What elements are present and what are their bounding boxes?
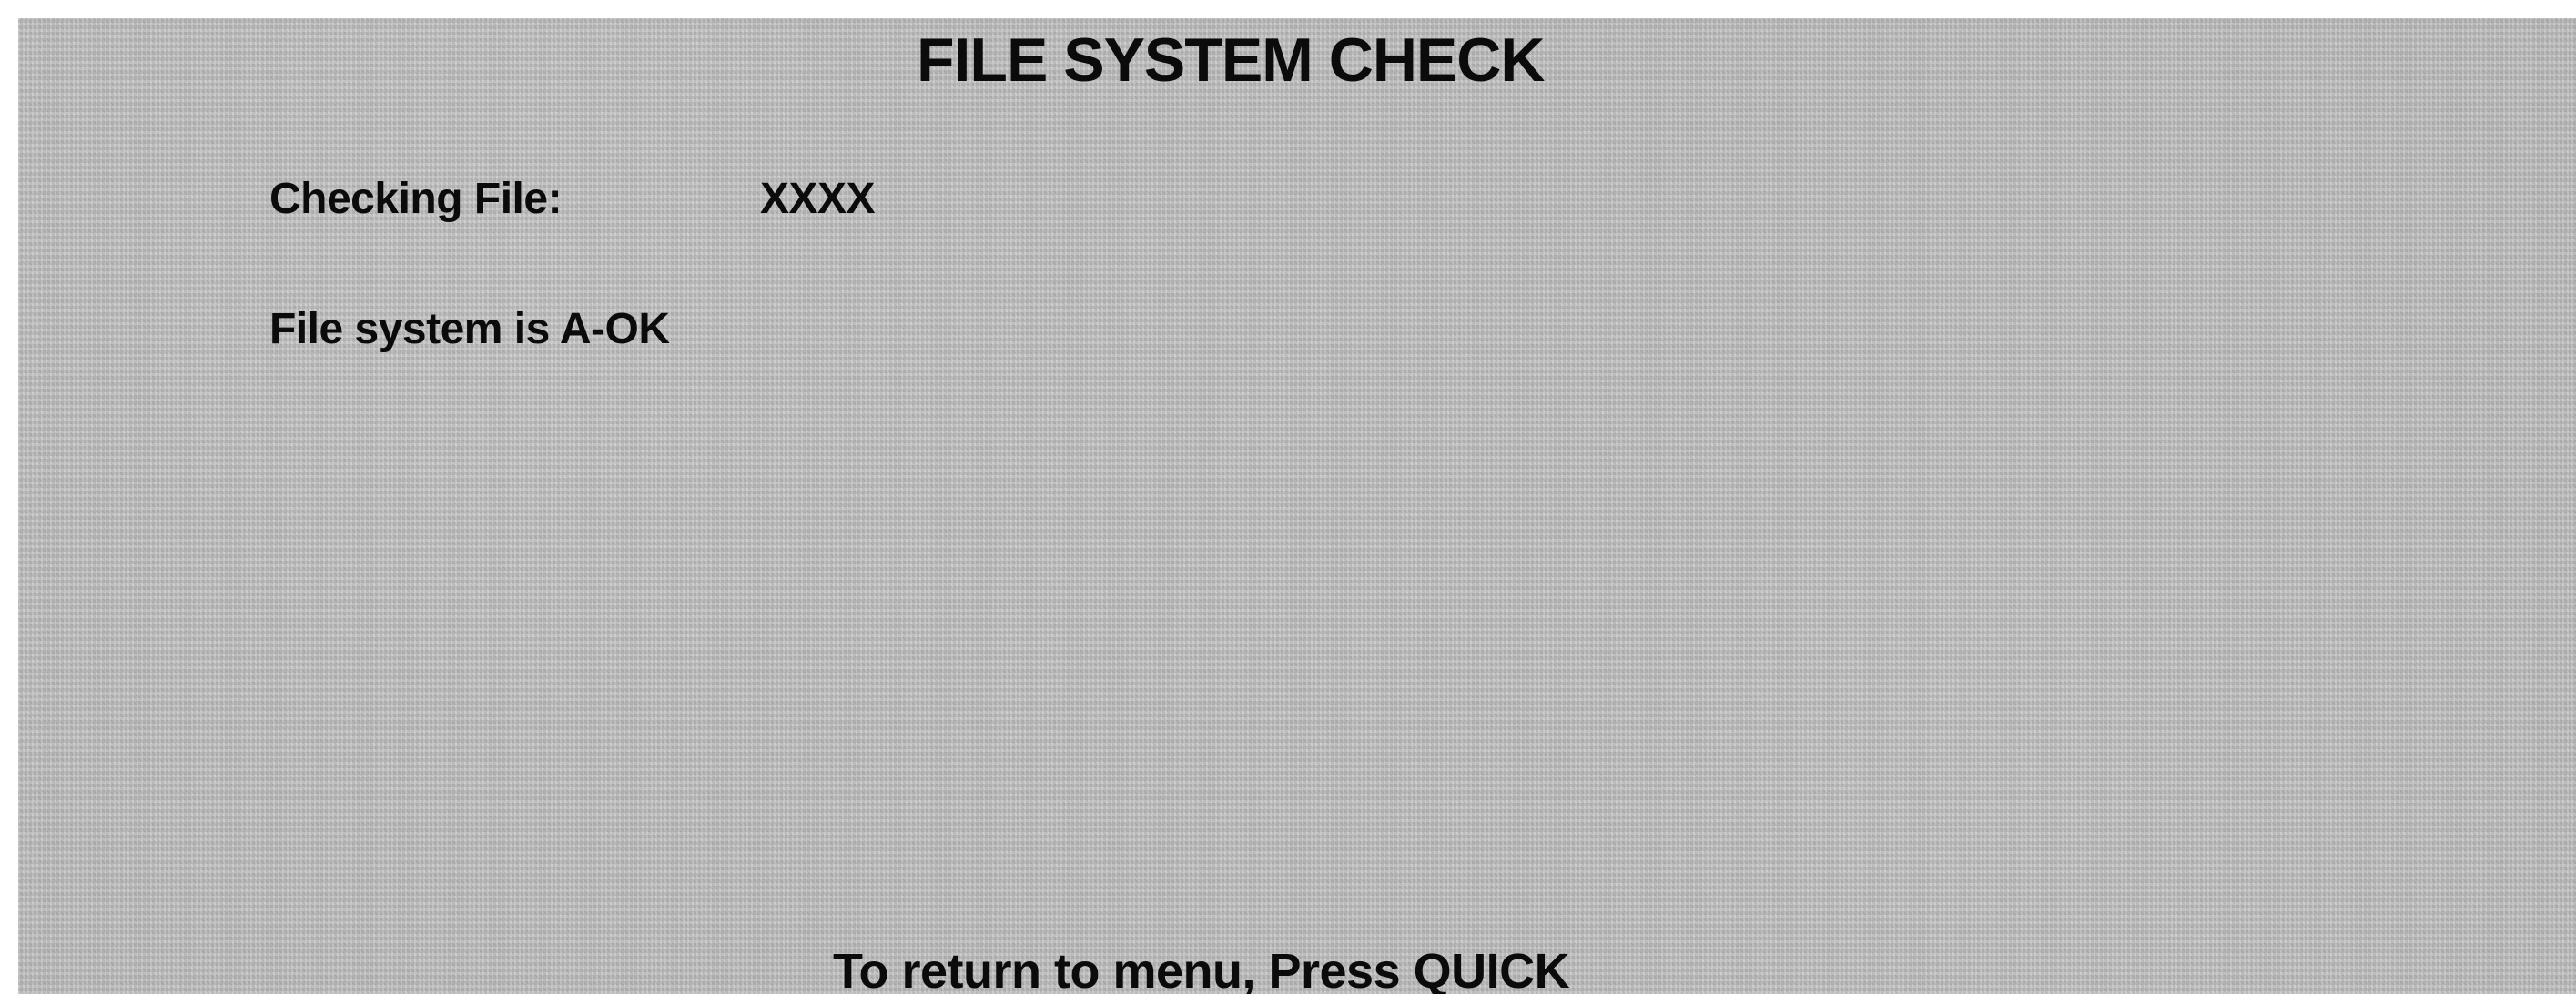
checking-file-value: XXXX xyxy=(760,175,876,223)
return-to-menu-instruction: To return to menu, Press QUICK xyxy=(833,944,1570,994)
checking-file-label: Checking File: xyxy=(269,175,563,223)
file-system-check-screen: FILE SYSTEM CHECK Checking File: XXXX Fi… xyxy=(0,0,2576,994)
file-system-status: File system is A-OK xyxy=(269,305,670,353)
screen-title: FILE SYSTEM CHECK xyxy=(917,25,1545,95)
